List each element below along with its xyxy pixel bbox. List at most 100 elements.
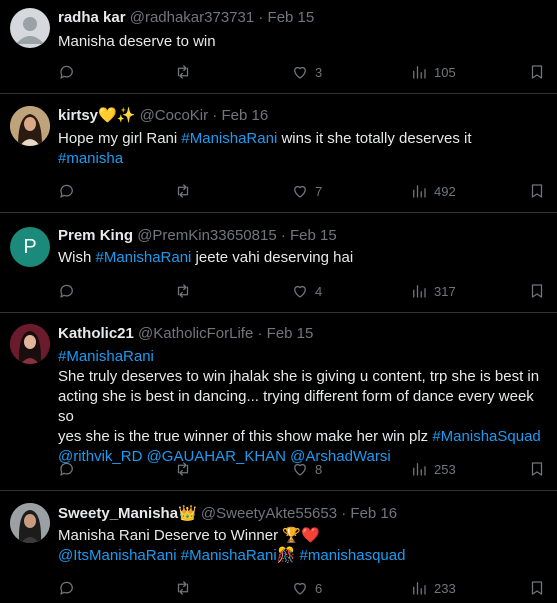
hashtag-link[interactable]: #ManishaSquad bbox=[432, 428, 540, 445]
text-segment: Manisha Rani Deserve to Winner bbox=[58, 527, 283, 544]
repost-button[interactable] bbox=[174, 181, 192, 201]
like-icon bbox=[294, 185, 306, 198]
tweet[interactable]: Katholic21 @KatholicForLife · Feb 15 #Ma… bbox=[0, 313, 557, 491]
bookmark-button[interactable] bbox=[528, 578, 546, 598]
like-count: 4 bbox=[315, 283, 323, 299]
like-count: 6 bbox=[315, 580, 323, 596]
profile-photo-icon bbox=[10, 503, 50, 543]
reply-button[interactable] bbox=[58, 281, 76, 301]
reply-button[interactable] bbox=[58, 181, 76, 201]
views-button[interactable]: 105 bbox=[410, 62, 456, 82]
timestamp[interactable]: Feb 15 bbox=[290, 227, 337, 244]
like-icon bbox=[294, 66, 306, 79]
display-name[interactable]: Katholic21 bbox=[58, 325, 134, 342]
hashtag-link[interactable]: #ManishaRani bbox=[181, 547, 277, 564]
handle[interactable]: @CocoKir bbox=[140, 107, 209, 124]
avatar-letter: P bbox=[23, 235, 37, 258]
display-name[interactable]: kirtsy bbox=[58, 107, 98, 124]
text-segment: Wish bbox=[58, 249, 96, 266]
bookmark-icon bbox=[531, 462, 543, 476]
tweet-header: Sweety_Manisha👑 @SweetyAkte55653 · Feb 1… bbox=[58, 504, 397, 524]
views-icon bbox=[413, 582, 426, 595]
views-button[interactable]: 317 bbox=[410, 281, 456, 301]
views-button[interactable]: 253 bbox=[410, 459, 456, 479]
repost-button[interactable] bbox=[174, 62, 192, 82]
repost-icon bbox=[177, 284, 189, 298]
timestamp[interactable]: Feb 16 bbox=[221, 107, 268, 124]
separator: · bbox=[253, 325, 267, 342]
handle[interactable]: @KatholicForLife bbox=[138, 325, 253, 342]
avatar[interactable] bbox=[10, 503, 50, 543]
repost-icon bbox=[177, 184, 189, 198]
like-count: 8 bbox=[315, 461, 323, 477]
action-bar: 4 317 bbox=[58, 281, 548, 301]
timestamp[interactable]: Feb 15 bbox=[268, 9, 315, 26]
display-name[interactable]: Prem King bbox=[58, 227, 133, 244]
handle[interactable]: @SweetyAkte55653 bbox=[201, 505, 337, 522]
reply-icon bbox=[60, 581, 73, 595]
reply-icon bbox=[60, 65, 73, 79]
mention-link[interactable]: @ItsManishaRani bbox=[58, 547, 177, 564]
like-button[interactable]: 7 bbox=[291, 181, 322, 201]
views-button[interactable]: 492 bbox=[410, 181, 456, 201]
view-count: 105 bbox=[434, 64, 456, 80]
tweet[interactable]: radha kar @radhakar373731 · Feb 15 Manis… bbox=[0, 0, 557, 94]
hashtag-link[interactable]: #ManishaRani bbox=[58, 348, 154, 365]
hashtag-link[interactable]: #ManishaRani bbox=[181, 130, 277, 147]
bookmark-icon bbox=[531, 284, 543, 298]
tweet[interactable]: Sweety_Manisha👑 @SweetyAkte55653 · Feb 1… bbox=[0, 491, 557, 603]
view-count: 233 bbox=[434, 580, 456, 596]
reply-icon bbox=[60, 462, 73, 476]
bookmark-button[interactable] bbox=[528, 181, 546, 201]
reply-button[interactable] bbox=[58, 578, 76, 598]
tweet-text: Wish #ManishaRani jeete vahi deserving h… bbox=[58, 248, 548, 268]
view-count: 492 bbox=[434, 183, 456, 199]
hashtag-link[interactable]: #ManishaRani bbox=[96, 249, 192, 266]
timestamp[interactable]: Feb 16 bbox=[350, 505, 397, 522]
display-name[interactable]: Sweety_Manisha bbox=[58, 505, 178, 522]
reply-button[interactable] bbox=[58, 62, 76, 82]
like-button[interactable]: 4 bbox=[291, 281, 322, 301]
bookmark-button[interactable] bbox=[528, 459, 546, 479]
repost-button[interactable] bbox=[174, 578, 192, 598]
like-button[interactable]: 8 bbox=[291, 459, 322, 479]
views-icon bbox=[413, 66, 426, 79]
tweet-text: Manisha deserve to win bbox=[58, 33, 216, 50]
handle[interactable]: @PremKin33650815 bbox=[137, 227, 276, 244]
tweet-text: Hope my girl Rani #ManishaRani wins it s… bbox=[58, 129, 548, 169]
display-name[interactable]: radha kar bbox=[58, 9, 126, 26]
like-icon bbox=[294, 285, 306, 298]
tweet[interactable]: P Prem King @PremKin33650815 · Feb 15 Wi… bbox=[0, 213, 557, 313]
avatar[interactable] bbox=[10, 8, 50, 48]
hashtag-link[interactable]: #manishasquad bbox=[300, 547, 406, 564]
views-button[interactable]: 233 bbox=[410, 578, 456, 598]
hashtag-emoji: 🎊 bbox=[276, 547, 296, 564]
bookmark-button[interactable] bbox=[528, 281, 546, 301]
like-button[interactable]: 6 bbox=[291, 578, 322, 598]
avatar[interactable]: P bbox=[10, 227, 50, 267]
separator: · bbox=[208, 107, 222, 124]
name-emoji: 💛✨ bbox=[98, 107, 136, 124]
bookmark-icon bbox=[531, 581, 543, 595]
avatar[interactable] bbox=[10, 324, 50, 364]
repost-button[interactable] bbox=[174, 459, 192, 479]
text-emoji: 🏆❤️ bbox=[282, 527, 320, 544]
action-bar: 8 253 bbox=[58, 459, 548, 479]
profile-photo-icon bbox=[10, 324, 50, 364]
handle[interactable]: @radhakar373731 bbox=[130, 9, 254, 26]
timestamp[interactable]: Feb 15 bbox=[267, 325, 314, 342]
like-icon bbox=[294, 463, 306, 476]
repost-button[interactable] bbox=[174, 281, 192, 301]
tweet-text: #ManishaRani She truly deserves to win j… bbox=[58, 347, 548, 467]
reply-button[interactable] bbox=[58, 459, 76, 479]
views-icon bbox=[413, 285, 426, 298]
profile-photo-icon bbox=[10, 106, 50, 146]
like-count: 3 bbox=[315, 64, 323, 80]
hashtag-link[interactable]: #manisha bbox=[58, 150, 123, 167]
bookmark-button[interactable] bbox=[528, 62, 546, 82]
tweet[interactable]: kirtsy💛✨ @CocoKir · Feb 16 Hope my girl … bbox=[0, 94, 557, 213]
action-bar: 3 105 bbox=[58, 62, 548, 82]
like-button[interactable]: 3 bbox=[291, 62, 322, 82]
reply-icon bbox=[60, 284, 73, 298]
avatar[interactable] bbox=[10, 106, 50, 146]
